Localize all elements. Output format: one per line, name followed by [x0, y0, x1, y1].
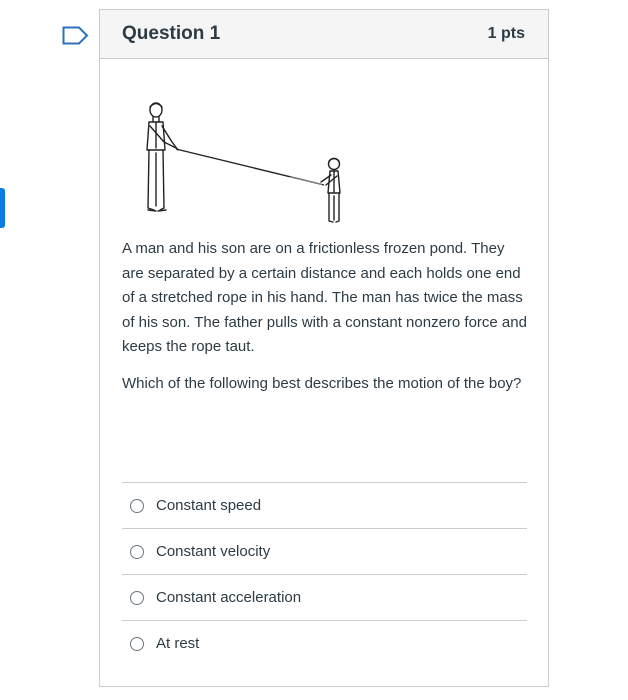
question-title: Question 1 [122, 23, 221, 44]
answer-label: Constant speed [156, 497, 262, 514]
question-header: Question 1 1 pts [100, 10, 548, 59]
radio-button[interactable] [130, 590, 144, 605]
question-body: A man and his son are on a frictionless … [122, 237, 527, 408]
answer-option-constant-velocity[interactable]: Constant velocity [122, 528, 527, 574]
answer-label: Constant acceleration [156, 589, 302, 606]
answer-option-at-rest[interactable]: At rest [122, 620, 527, 666]
question-paragraph-1: A man and his son are on a frictionless … [122, 240, 527, 355]
answer-option-constant-acceleration[interactable]: Constant acceleration [122, 574, 527, 620]
radio-button[interactable] [130, 498, 144, 513]
flag-question-icon[interactable] [62, 26, 89, 45]
question-card: Question 1 1 pts A man and his son are o… [99, 9, 549, 687]
focus-accent-bar [0, 188, 5, 228]
radio-button[interactable] [130, 544, 144, 559]
radio-button[interactable] [130, 636, 144, 651]
answer-option-constant-speed[interactable]: Constant speed [122, 482, 527, 528]
man-and-son-rope-illustration [146, 102, 341, 223]
question-points: 1 pts [487, 25, 525, 42]
answer-label: At rest [156, 635, 200, 652]
answer-list: Constant speed Constant velocity Constan… [122, 482, 527, 666]
answer-label: Constant velocity [156, 543, 271, 560]
question-paragraph-2: Which of the following best describes th… [122, 374, 522, 392]
